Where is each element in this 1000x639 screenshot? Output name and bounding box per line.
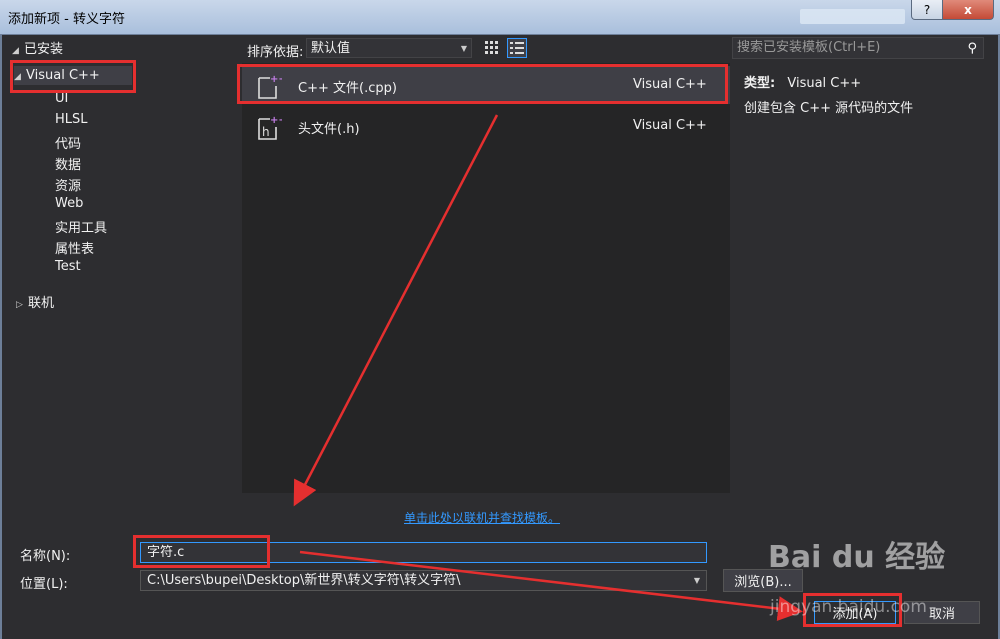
search-input[interactable]: 搜索已安装模板(Ctrl+E) ⚲ xyxy=(732,37,984,59)
location-input[interactable]: C:\Users\bupei\Desktop\新世界\转义字符\转义字符\ ▼ xyxy=(140,570,707,591)
svg-text:++: ++ xyxy=(270,74,282,85)
template-item-header[interactable]: h ++ 头文件(.h) Visual C++ xyxy=(242,107,730,145)
tree-item-visual-cpp[interactable]: ◢ Visual C++ xyxy=(14,66,132,85)
expanded-arrow-icon: ◢ xyxy=(14,72,21,82)
name-input[interactable]: 字符.c xyxy=(140,542,707,563)
window-title: 添加新项 - 转义字符 xyxy=(8,12,125,27)
tree-online[interactable]: ▷ 联机 xyxy=(16,292,54,311)
header-file-icon: h ++ xyxy=(258,115,282,140)
collapsed-arrow-icon: ▷ xyxy=(16,300,23,310)
title-bar: 添加新项 - 转义字符 ? x xyxy=(0,0,1000,35)
tree-item-web[interactable]: Web xyxy=(55,196,83,211)
cpp-file-icon: ++ xyxy=(258,74,282,99)
grid-view-icon xyxy=(485,41,498,54)
list-view-button[interactable] xyxy=(507,38,527,58)
category-tree: ◢ 已安装 ◢ Visual C++ UI HLSL 代码 数据 资源 Web 实用… xyxy=(8,36,233,496)
chevron-down-icon[interactable]: ▼ xyxy=(694,571,700,590)
close-button[interactable]: x xyxy=(942,0,994,20)
chevron-down-icon: ▼ xyxy=(460,44,467,53)
type-value: Visual C++ xyxy=(787,76,862,91)
tree-item-hlsl[interactable]: HLSL xyxy=(55,112,88,127)
help-button[interactable]: ? xyxy=(911,0,943,20)
tree-item-code[interactable]: 代码 xyxy=(55,133,81,152)
name-label: 名称(N): xyxy=(20,549,71,564)
template-language: Visual C++ xyxy=(633,118,707,133)
list-view-icon xyxy=(510,42,524,54)
template-language: Visual C++ xyxy=(633,77,707,92)
template-info: 类型: Visual C++ 创建包含 C++ 源代码的文件 xyxy=(744,72,913,116)
tree-item-property-sheet[interactable]: 属性表 xyxy=(55,238,94,257)
search-icon[interactable]: ⚲ xyxy=(967,39,977,59)
sort-dropdown[interactable]: 默认值 ▼ xyxy=(306,38,472,58)
location-label: 位置(L): xyxy=(20,577,68,592)
svg-text:h: h xyxy=(262,125,270,139)
online-templates-link[interactable]: 单击此处以联机并查找模板。 xyxy=(404,509,560,526)
sort-label: 排序依据: xyxy=(247,45,304,60)
tree-item-ui[interactable]: UI xyxy=(55,91,68,106)
baidu-watermark: Bai du 经验 xyxy=(768,540,946,575)
tree-item-data[interactable]: 数据 xyxy=(55,154,81,173)
grid-view-button[interactable] xyxy=(482,38,502,58)
tree-item-test[interactable]: Test xyxy=(55,259,81,274)
template-description: 创建包含 C++ 源代码的文件 xyxy=(744,101,914,116)
type-label: 类型: xyxy=(744,76,776,91)
tree-installed[interactable]: ◢ 已安装 xyxy=(12,38,63,57)
svg-text:++: ++ xyxy=(270,115,282,126)
template-name: C++ 文件(.cpp) xyxy=(298,81,397,96)
blurred-title-region xyxy=(800,9,905,24)
template-item-cpp[interactable]: ++ C++ 文件(.cpp) Visual C++ xyxy=(242,66,730,104)
template-list: ++ C++ 文件(.cpp) Visual C++ h ++ 头文件(.h) … xyxy=(242,63,730,493)
expanded-arrow-icon: ◢ xyxy=(12,46,19,56)
tree-item-resources[interactable]: 资源 xyxy=(55,175,81,194)
baidu-watermark-url: jingyan.baidu.com xyxy=(770,597,927,617)
tree-item-utilities[interactable]: 实用工具 xyxy=(55,217,107,236)
template-name: 头文件(.h) xyxy=(298,122,360,137)
